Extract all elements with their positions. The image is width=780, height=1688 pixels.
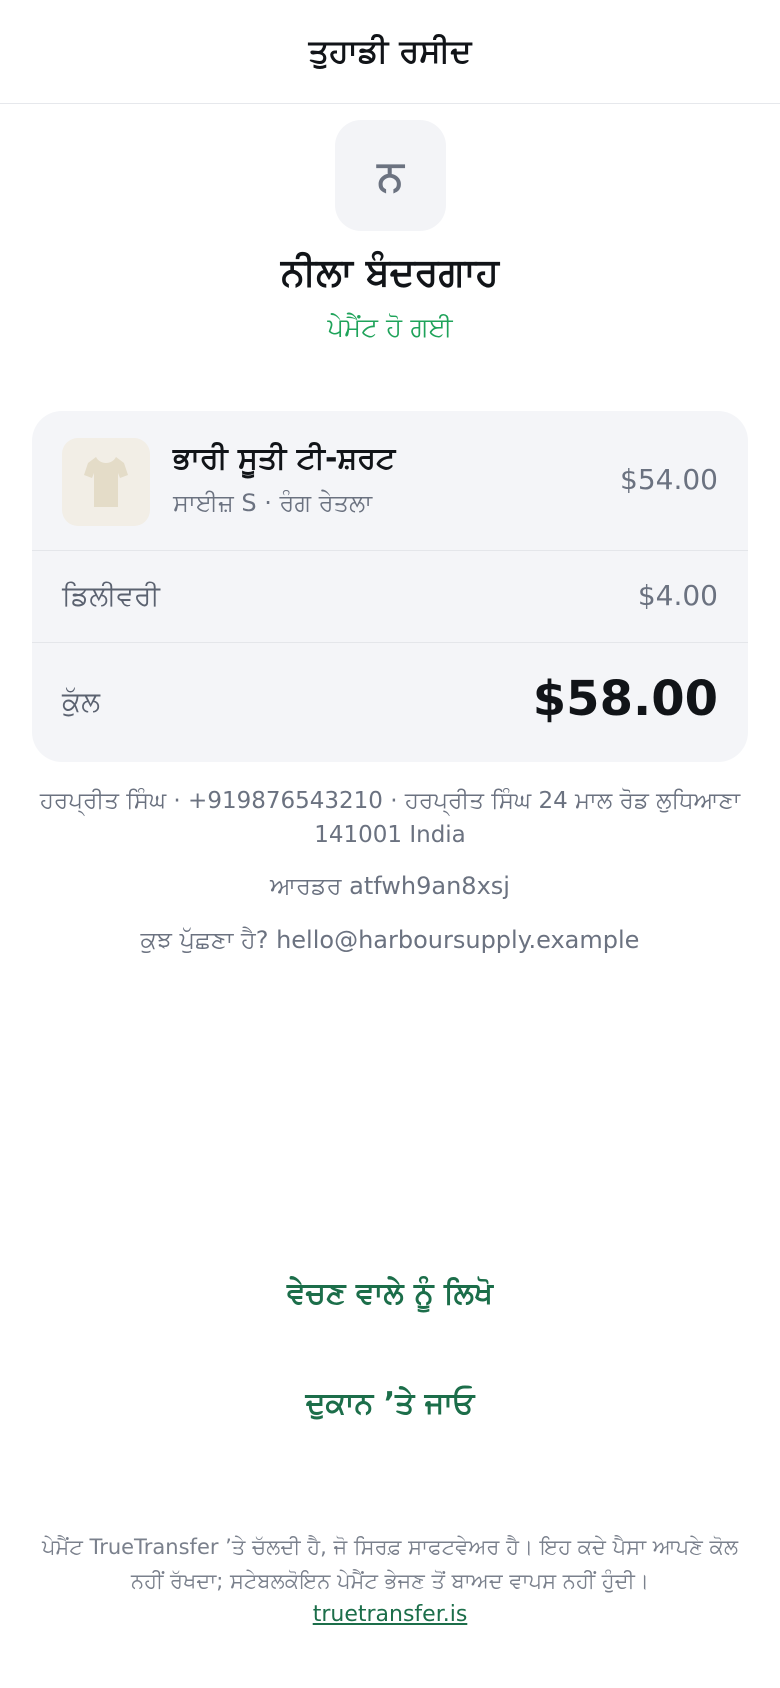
support-contact: ਕੁਝ ਪੁੱਛਣਾ ਹੈ? hello@harboursupply.examp…	[140, 926, 640, 954]
truetransfer-link[interactable]: truetransfer.is	[40, 1598, 740, 1632]
order-id: ਆਰਡਰ atfwh9an8xsj	[270, 872, 510, 900]
customer-address: ਹਰਪ੍ਰੀਤ ਸਿੰਘ · +919876543210 · ਹਰਪ੍ਰੀਤ ਸ…	[39, 788, 741, 848]
payment-status: ਪੇਮੈਂਟ ਹੋ ਗਈ	[327, 313, 453, 343]
merchant-initial: ਨ	[377, 150, 404, 200]
product-variant: ਸਾਈਜ਼ S · ਰੰਗ ਰੇਤਲਾ	[173, 489, 373, 517]
delivery-label: ਡਿਲੀਵਰੀ	[62, 579, 160, 612]
total-price: $58.00	[532, 671, 718, 727]
receipt-header: ਤੁਹਾਡੀ ਰਸੀਦ	[0, 0, 780, 104]
total-row: ਕੁੱਲ $58.00	[32, 643, 748, 762]
total-label: ਕੁੱਲ	[62, 685, 101, 718]
write-seller-button[interactable]: ਵੇਚਣ ਵਾਲੇ ਨੂੰ ਲਿਖੋ	[0, 1276, 780, 1311]
footer-disclaimer: ਪੇਮੈਂਟ TrueTransfer ’ਤੇ ਚੱਲਦੀ ਹੈ, ਜੋ ਸਿਰ…	[40, 1530, 740, 1632]
product-name: ਭਾਰੀ ਸੂਤੀ ਟੀ-ਸ਼ਰਟ	[173, 441, 396, 476]
product-price: $54.00	[620, 463, 718, 496]
product-thumbnail	[62, 438, 150, 526]
go-to-shop-button[interactable]: ਦੁਕਾਨ ’ਤੇ ਜਾਓ	[0, 1386, 780, 1421]
order-item-row: ਭਾਰੀ ਸੂਤੀ ਟੀ-ਸ਼ਰਟ ਸਾਈਜ਼ S · ਰੰਗ ਰੇਤਲਾ $5…	[32, 411, 748, 551]
delivery-row: ਡਿਲੀਵਰੀ $4.00	[32, 551, 748, 643]
delivery-price: $4.00	[637, 579, 718, 612]
tshirt-icon	[84, 457, 128, 507]
order-summary-card: ਭਾਰੀ ਸੂਤੀ ਟੀ-ਸ਼ਰਟ ਸਾਈਜ਼ S · ਰੰਗ ਰੇਤਲਾ $5…	[32, 411, 748, 762]
merchant-name: ਨੀਲਾ ਬੰਦਰਗਾਹ	[280, 250, 500, 294]
page-title: ਤੁਹਾਡੀ ਰਸੀਦ	[308, 32, 472, 70]
footer-text: ਪੇਮੈਂਟ TrueTransfer ’ਤੇ ਚੱਲਦੀ ਹੈ, ਜੋ ਸਿਰ…	[41, 1535, 739, 1593]
merchant-avatar: ਨ	[335, 120, 446, 231]
